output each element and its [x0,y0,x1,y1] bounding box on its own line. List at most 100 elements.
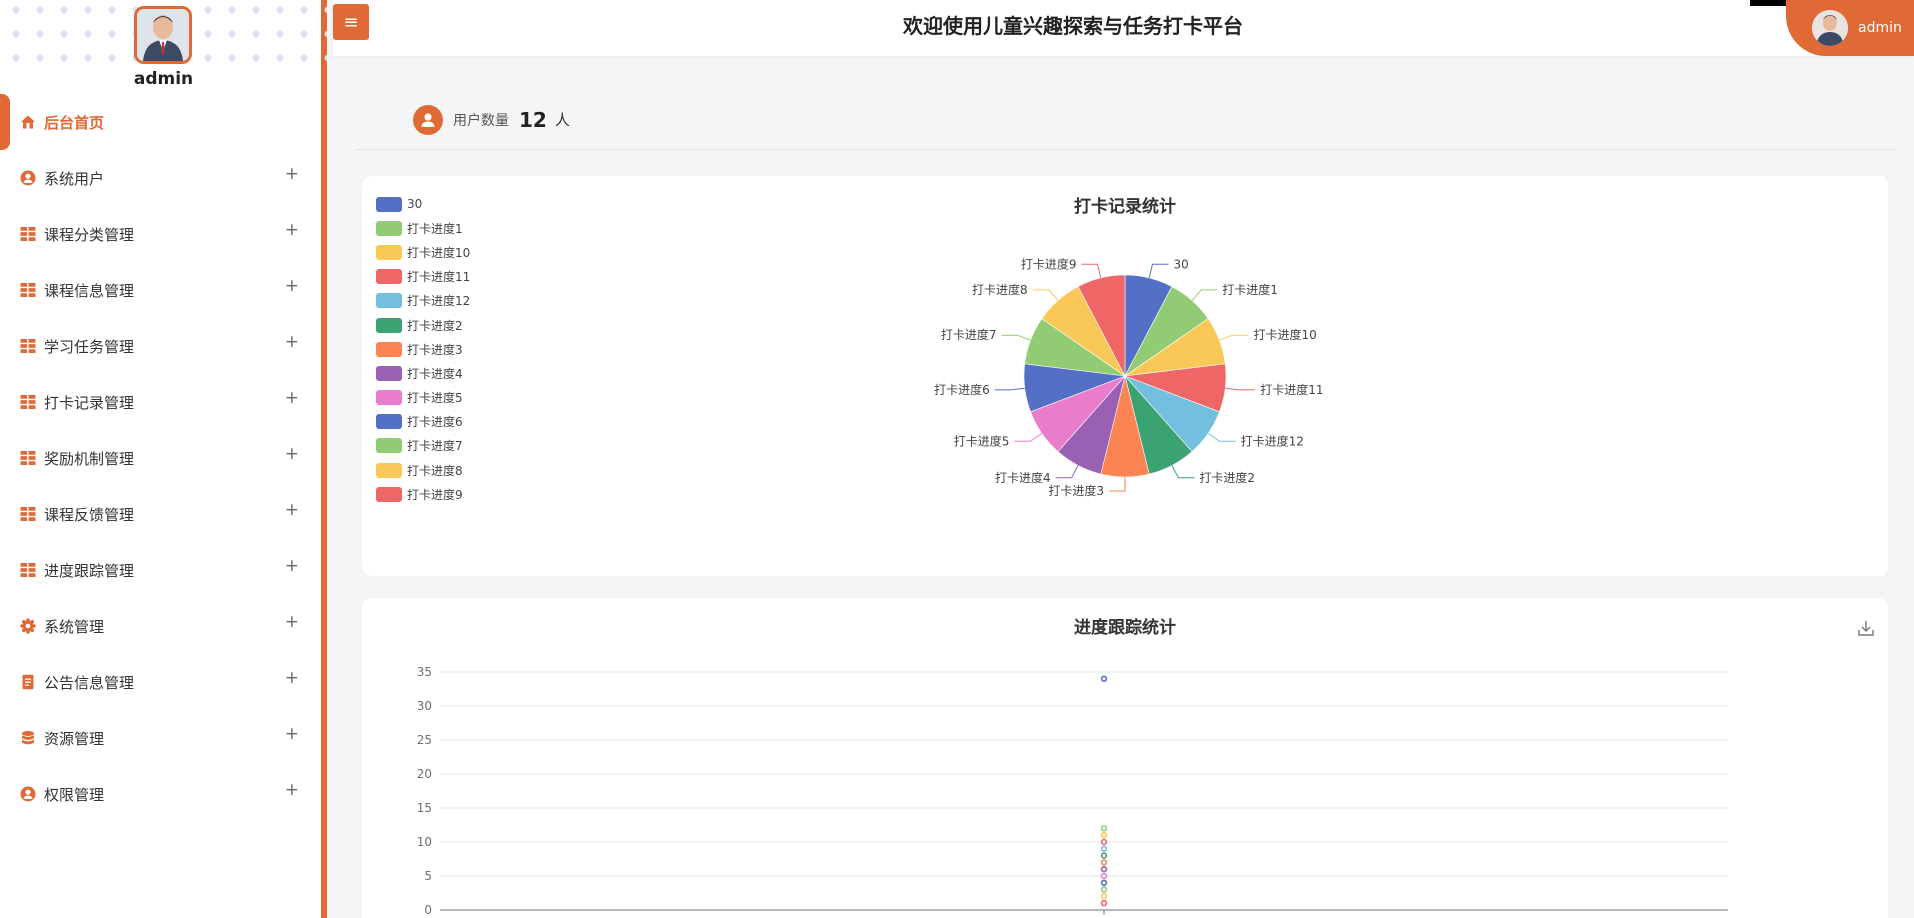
pie-slice-label: 打卡进度5 [954,433,1010,448]
user-count-label: 用户数量 [453,112,509,129]
person-icon [421,112,435,127]
sidebar-item-label: 系统管理 [44,617,105,636]
sidebar-item-10[interactable]: 公告信息管理 + [0,654,321,710]
y-tick-label: 25 [417,733,432,747]
sidebar-item-4[interactable]: 学习任务管理 + [0,318,321,374]
expand-plus-icon[interactable]: + [285,220,299,240]
sidebar-item-label: 课程分类管理 [44,225,135,244]
top-header: ≡ 欢迎使用儿童兴趣探索与任务打卡平台 admin [333,0,1914,56]
y-tick-label: 15 [417,801,432,815]
scatter-point[interactable] [1100,886,1108,893]
y-tick-label: 10 [417,835,432,849]
document-icon [22,674,34,690]
avatar-image [137,9,189,61]
sidebar-item-6[interactable]: 奖励机制管理 + [0,430,321,486]
y-tick-label: 20 [417,767,432,781]
pie-slice-label: 打卡进度10 [1254,327,1317,342]
pie-label-line [1191,289,1218,301]
sidebar-item-2[interactable]: 课程分类管理 + [0,206,321,262]
pie-chart: 30 打卡进度1 打卡进度10 打卡进度11 打卡进度12 打卡进度2 打卡进度3打卡进度4… [934,256,1323,498]
user-count-unit: 人 [554,111,570,129]
sidebar-item-5[interactable]: 打卡记录管理 + [0,374,321,430]
pie-slice-label: 打卡进度12 [1241,433,1304,448]
sidebar-item-label: 学习任务管理 [44,337,135,356]
scatter-point[interactable] [1100,845,1108,853]
pie-label-line [1219,334,1249,341]
y-tick-label: 30 [417,699,432,713]
database-icon [22,731,34,745]
pie-slice-label: 打卡进度7 [941,327,997,342]
user-count-value: 12 [519,107,547,132]
expand-plus-icon[interactable]: + [285,276,299,296]
scatter-point[interactable] [1100,893,1108,900]
scatter-point[interactable] [1100,866,1108,873]
expand-plus-icon[interactable]: + [285,780,299,800]
pie-label-line [1171,465,1195,479]
sidebar-item-label: 资源管理 [44,729,105,748]
user-icon [20,170,36,186]
scatter-point[interactable] [1100,838,1108,846]
pie-slice-label: 打卡进度3 [1048,483,1104,498]
pie-label-line [1148,263,1169,279]
y-tick-label: 5 [424,869,432,883]
expand-plus-icon[interactable]: + [285,444,299,464]
pie-label-line [1225,387,1256,391]
sidebar-item-3[interactable]: 课程信息管理 + [0,262,321,318]
sidebar-item-7[interactable]: 课程反馈管理 + [0,486,321,542]
user-name: admin [1858,20,1902,36]
expand-plus-icon[interactable]: + [285,500,299,520]
sidebar-item-1[interactable]: 系统用户 + [0,150,321,206]
scatter-point[interactable] [1100,825,1108,832]
expand-plus-icon[interactable]: + [285,724,299,744]
user-icon [20,786,36,802]
pie-slice-label: 30 [1174,257,1189,271]
pie-label-line [1001,334,1031,341]
scatter-point[interactable] [1100,859,1108,866]
scatter-point[interactable] [1100,832,1108,839]
scatter-point[interactable] [1100,872,1108,880]
expand-plus-icon[interactable]: + [285,668,299,688]
scatter-point[interactable] [1100,852,1108,859]
sidebar-item-12[interactable]: 权限管理 + [0,766,321,822]
avatar[interactable] [134,6,192,64]
scatter-point[interactable] [1100,900,1108,907]
expand-plus-icon[interactable]: + [285,388,299,408]
user-menu[interactable]: admin [1786,0,1914,56]
admin-name: admin [133,69,194,89]
expand-plus-icon[interactable]: + [285,332,299,352]
pie-label-line [1109,477,1126,492]
sidebar-item-11[interactable]: 资源管理 + [0,710,321,766]
expand-plus-icon[interactable]: + [285,556,299,576]
sidebar-item-label: 课程信息管理 [44,281,135,300]
sidebar-item-0[interactable]: 后台首页 [0,94,321,150]
checkin-chart-card: 打卡记录统计 30 打卡进度1 打卡进度10 打卡进度11 打卡进度12 打卡进度2 打卡进… [362,176,1888,576]
sidebar-item-9[interactable]: 系统管理 + [0,598,321,654]
grid-icon [20,563,36,577]
pie-slice-label: 打卡进度11 [1260,382,1323,397]
grid-icon [20,227,36,241]
progress-chart-card: 进度跟踪统计 0 5 10 15 20 25 30 35 [362,598,1888,918]
user-count-icon [413,104,443,135]
gear-icon [20,618,36,634]
sidebar-item-label: 课程反馈管理 [44,505,135,524]
sidebar-item-8[interactable]: 进度跟踪管理 + [0,542,321,598]
home-icon [21,115,35,129]
grid-icon [20,507,36,521]
scatter-point[interactable] [1100,879,1108,886]
stats-row: 用户数量 12 人 [355,90,1895,150]
y-tick-label: 35 [417,665,432,679]
expand-plus-icon[interactable]: + [285,612,299,632]
sidebar-item-label: 奖励机制管理 [44,449,135,468]
sidebar-item-label: 打卡记录管理 [44,393,135,412]
scatter-chart: 0 5 10 15 20 25 30 35 [417,665,1728,917]
grid-icon [20,395,36,409]
expand-plus-icon[interactable]: + [285,164,299,184]
user-avatar-image [1812,10,1848,46]
grid-icon [20,451,36,465]
pie-slice-label: 打卡进度9 [1021,256,1077,271]
sidebar-item-label: 系统用户 [44,169,105,188]
scatter-point[interactable] [1100,675,1108,683]
sidebar-item-label: 公告信息管理 [44,673,135,692]
sidebar-menu: 后台首页 系统用户 + 课程分类管理 + 课程信息管理 + 学习任务管理 + 打卡记录管理 + 奖励机… [0,94,321,822]
user-avatar [1812,10,1848,46]
